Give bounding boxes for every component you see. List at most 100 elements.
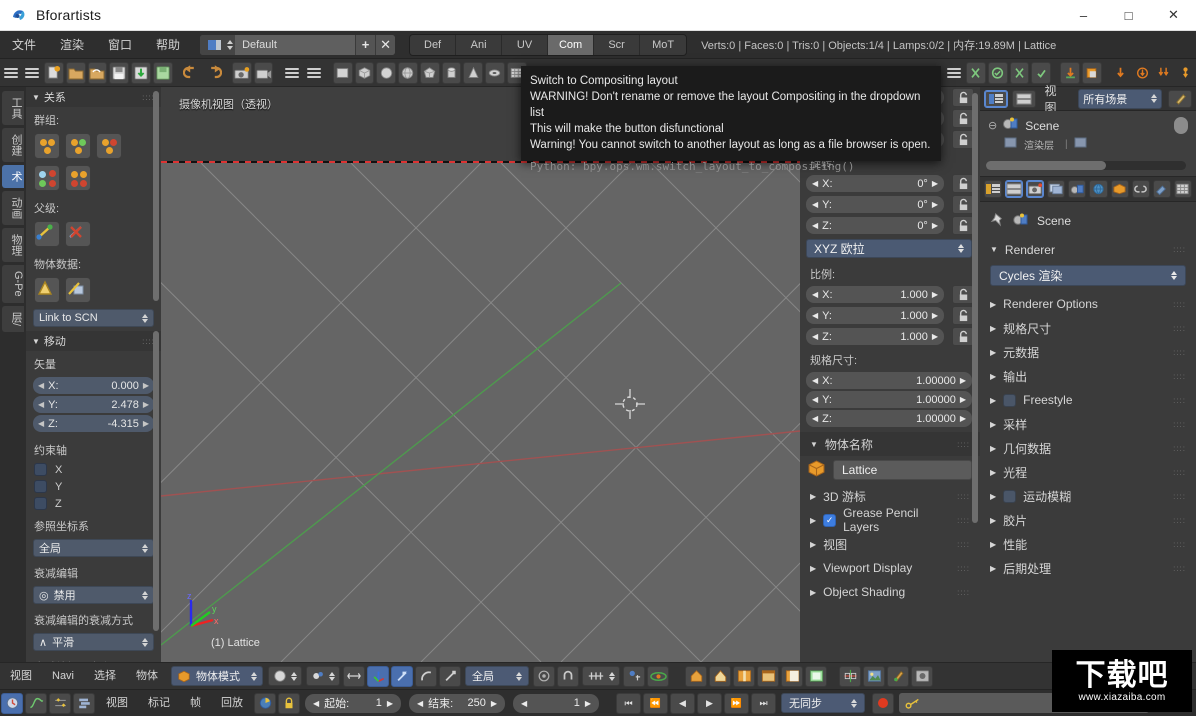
parent-clear-button[interactable] (65, 221, 91, 247)
add-circle-icon[interactable] (376, 62, 396, 84)
increment-arrow-icon[interactable]: ▶ (932, 200, 938, 209)
auto-keyframe-button[interactable] (254, 693, 276, 714)
manipulator-toggle-button[interactable] (367, 666, 389, 687)
render-animation-icon[interactable] (254, 62, 274, 84)
jump-back-keyframe-button[interactable]: ⏪ (643, 693, 668, 714)
constraint-axis-x-row[interactable]: X (26, 461, 161, 478)
outliner-filter-icon[interactable] (1168, 90, 1192, 108)
move-z-field[interactable]: ◀ Z: -4.315 ▶ (33, 415, 154, 432)
panel-film[interactable]: ▶ 胶片 :::: (980, 508, 1196, 532)
timeline-menu-view[interactable]: 视图 (96, 693, 138, 714)
dimension-z-field[interactable]: ◀ Z: 1.00000 ▶ (806, 410, 972, 427)
toolshelf-scrollbar[interactable] (153, 331, 159, 631)
renderer-panel-header[interactable]: ▼ Renderer :::: (980, 237, 1196, 262)
sync-mode-dropdown[interactable]: 无同步 (781, 693, 865, 713)
decrement-arrow-icon[interactable]: ◀ (812, 290, 818, 299)
panel-sampling[interactable]: ▶ 采样 :::: (980, 412, 1196, 436)
dopesheet-icon[interactable] (49, 693, 71, 714)
decrement-arrow-icon[interactable]: ◀ (417, 699, 423, 708)
increment-arrow-icon[interactable]: ▶ (960, 395, 966, 404)
outliner-child-row[interactable]: 渲染层 | (1004, 137, 1188, 152)
import-icon-a[interactable] (1111, 62, 1131, 84)
open-recent-icon[interactable] (88, 62, 108, 84)
lock-scale-y-button[interactable] (952, 306, 974, 325)
motion-blur-checkbox-icon[interactable] (1003, 490, 1016, 503)
increment-arrow-icon[interactable]: ▶ (960, 376, 966, 385)
panel-output[interactable]: ▶ 输出 :::: (980, 364, 1196, 388)
npanel-scrollbar[interactable] (972, 93, 978, 523)
viewport-menu-select[interactable]: 选择 (84, 666, 126, 687)
timeline-menu-marker[interactable]: 标记 (138, 693, 180, 714)
translate-manipulator-button[interactable] (391, 666, 413, 687)
end-frame-field[interactable]: ◀ 结束: 250 ▶ (409, 694, 505, 713)
checkbox-y-icon[interactable] (34, 480, 47, 493)
panel-geometry[interactable]: ▶ 几何数据 :::: (980, 436, 1196, 460)
layout-remove-button[interactable]: ✕ (375, 35, 395, 55)
viewport-menu-object[interactable]: 物体 (126, 666, 168, 687)
jump-forward-keyframe-button[interactable]: ⏩ (724, 693, 749, 714)
dimension-x-field[interactable]: ◀ X: 1.00000 ▶ (806, 372, 972, 389)
lock-location-z-button[interactable] (952, 130, 974, 149)
opengl-render-button[interactable] (647, 666, 669, 687)
outliner-scene-row[interactable]: ⊖ Scene (988, 117, 1188, 134)
increment-arrow-icon[interactable]: ▶ (932, 290, 938, 299)
panel-metadata[interactable]: ▶ 元数据 :::: (980, 340, 1196, 364)
decrement-arrow-icon[interactable]: ◀ (38, 381, 44, 390)
layout-spinner-icon[interactable] (224, 35, 235, 55)
maximize-area-button[interactable] (805, 666, 827, 687)
play-reverse-button[interactable]: ◀ (670, 693, 695, 714)
proportional-edit-button[interactable] (533, 666, 555, 687)
panel-post-processing[interactable]: ▶ 后期处理 :::: (980, 556, 1196, 580)
checkbox-z-icon[interactable] (34, 497, 47, 510)
tab-modifiers-icon[interactable] (1153, 180, 1171, 198)
sidebar-item-animation[interactable]: 动画 (2, 191, 24, 225)
keyframe-delete-icon[interactable] (1010, 62, 1030, 84)
lock-location-y-button[interactable] (952, 109, 974, 128)
nla-editor-icon[interactable] (73, 693, 95, 714)
panel-grease-pencil-layers[interactable]: ▶ ✓ Grease Pencil Layers :::: (800, 508, 980, 532)
increment-arrow-icon[interactable]: ▶ (932, 332, 938, 341)
increment-arrow-icon[interactable]: ▶ (143, 381, 149, 390)
menu-hamburger3-icon[interactable] (283, 62, 303, 84)
relations-panel-header[interactable]: ▼ 关系 :::: (26, 87, 161, 107)
transform-orientation-dropdown[interactable]: 全局 (465, 666, 529, 686)
make-single-user-button[interactable] (34, 277, 60, 303)
timeline-menu-frame[interactable]: 帧 (180, 693, 211, 714)
decrement-arrow-icon[interactable]: ◀ (812, 179, 818, 188)
screen-tab-uv[interactable]: UV (502, 35, 548, 55)
import-icon-c[interactable] (1154, 62, 1174, 84)
group-remove-button[interactable] (96, 133, 122, 159)
rotation-y-field[interactable]: ◀ Y: 0° ▶ (806, 196, 944, 213)
render-preview-button[interactable] (911, 666, 933, 687)
outliner-hscrollbar[interactable] (986, 161, 1186, 170)
increment-arrow-icon[interactable]: ▶ (491, 699, 497, 708)
tab-render-icon[interactable] (1026, 180, 1044, 198)
keyframe-clear-icon[interactable] (1031, 62, 1051, 84)
proportional-dropdown[interactable]: ◎ 禁用 (33, 586, 154, 604)
render-image-icon[interactable] (232, 62, 252, 84)
screen-tab-com[interactable]: Com (548, 35, 594, 55)
increment-arrow-icon[interactable]: ▶ (960, 414, 966, 423)
manipulate-centers-button[interactable] (343, 666, 365, 687)
increment-arrow-icon[interactable]: ▶ (932, 221, 938, 230)
increment-arrow-icon[interactable]: ▶ (143, 400, 149, 409)
screen-tab-scr[interactable]: Scr (594, 35, 640, 55)
layer-home-button[interactable] (685, 666, 707, 687)
scale-z-field[interactable]: ◀ Z: 1.000 ▶ (806, 328, 944, 345)
add-cylinder-icon[interactable] (442, 62, 462, 84)
menu-hamburger-icon[interactable] (1, 62, 21, 84)
close-button[interactable]: ✕ (1151, 0, 1196, 31)
split-area-button[interactable] (733, 666, 755, 687)
screen-tab-mot[interactable]: MoT (640, 35, 686, 55)
viewport-menu-navi[interactable]: Navi (42, 666, 84, 687)
editor-type-timeline-icon[interactable] (1, 693, 23, 714)
panel-3d-cursor[interactable]: ▶ 3D 游标 :::: (800, 484, 980, 508)
tab-render-layers-icon[interactable] (1047, 180, 1065, 198)
add-cube-icon[interactable] (355, 62, 375, 84)
pivot-point-dropdown[interactable] (306, 666, 340, 686)
viewport-menu-view[interactable]: 视图 (0, 666, 42, 687)
panel-viewport-display[interactable]: ▶ Viewport Display :::: (800, 556, 980, 580)
redo-icon[interactable] (203, 62, 223, 84)
decrement-arrow-icon[interactable]: ◀ (521, 699, 527, 708)
lock-timeline-button[interactable] (278, 693, 300, 714)
